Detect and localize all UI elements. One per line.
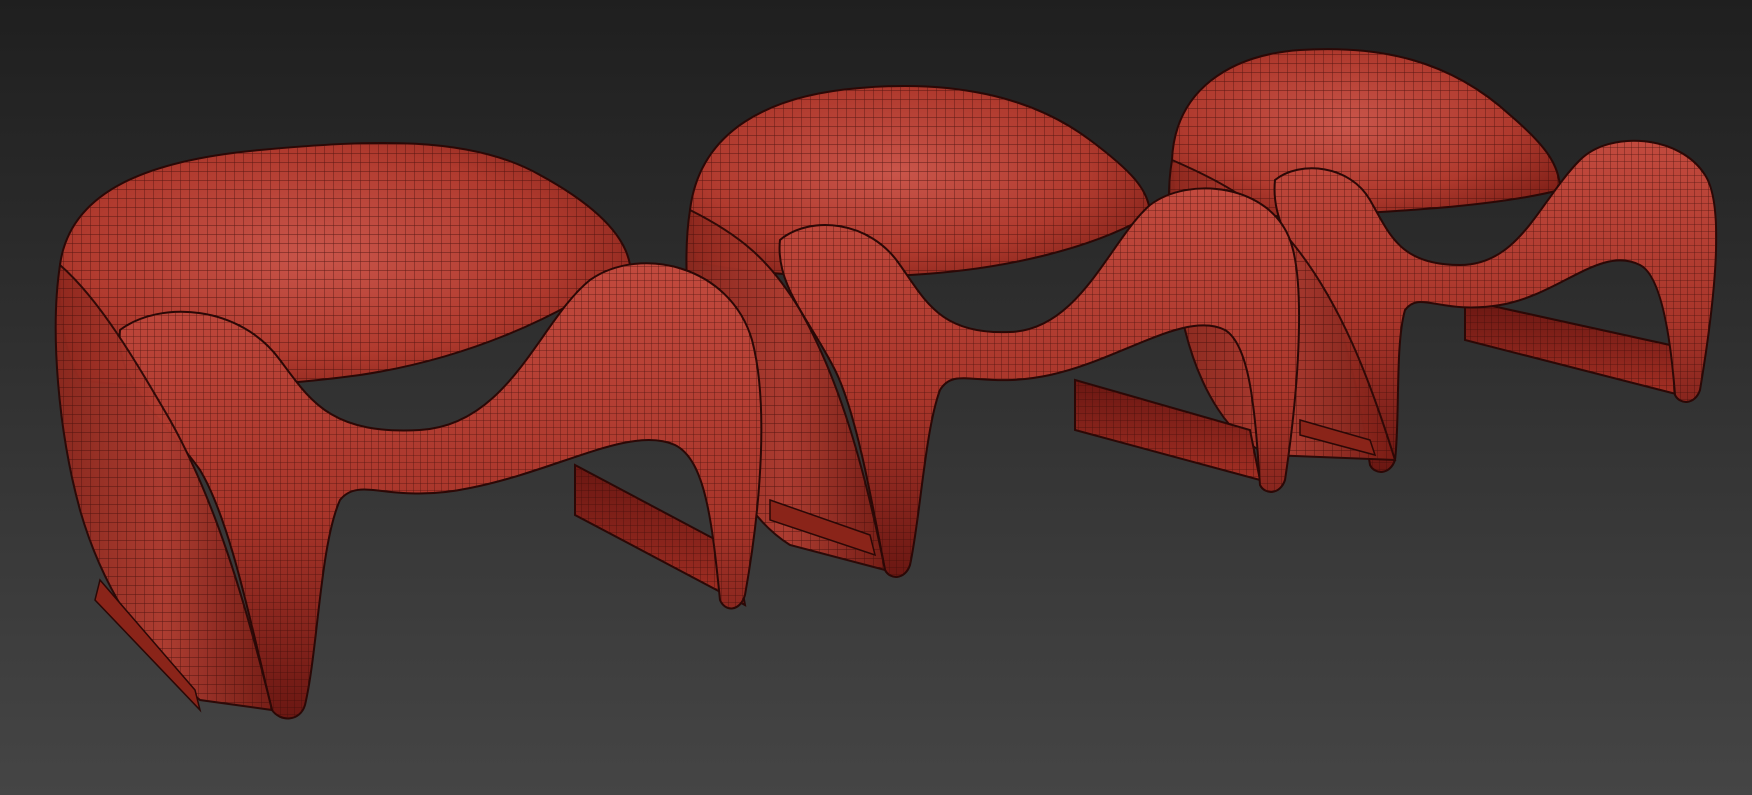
3d-viewport[interactable] [0,0,1752,795]
viewport-scene[interactable] [0,0,1752,795]
